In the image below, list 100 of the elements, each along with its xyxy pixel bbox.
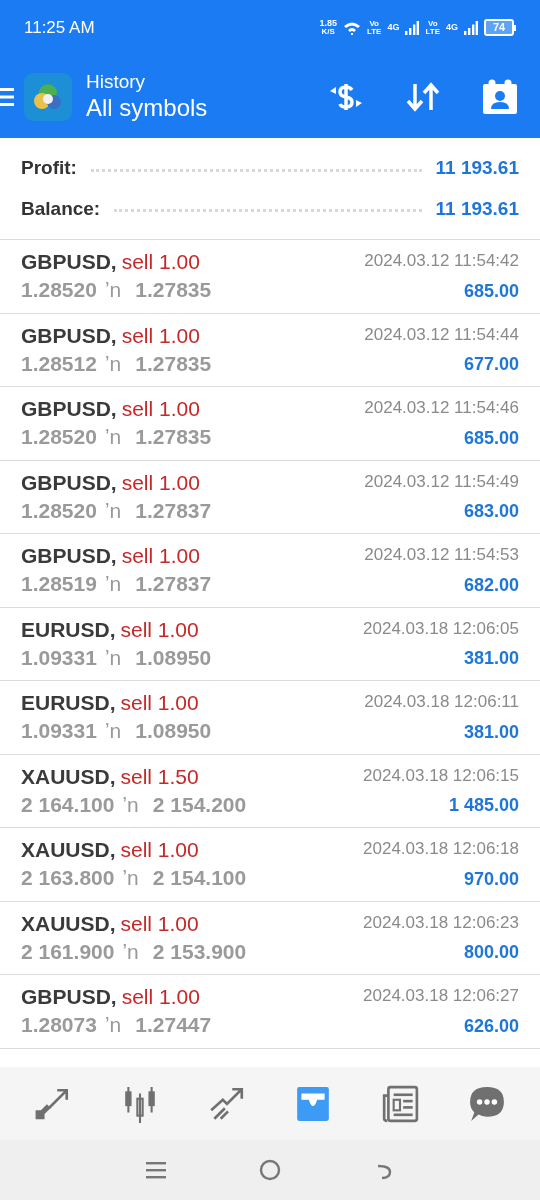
trade-time: 2024.03.18 12:06:15 [363,764,519,787]
battery-level: 74 [492,22,506,33]
arrow-symbol: ʼn [104,718,122,745]
summary-value: 11 193.61 [435,156,519,180]
lte-label: LTE [425,27,440,36]
wifi-icon [342,20,361,35]
arrow-symbol: ʼn [104,350,122,377]
trade-row[interactable]: GBPUSD, sell 1.00 1.28519 ʼn 1.27837 2024.03.12 11:54:53 682.00 [0,534,540,608]
open-price: 1.28519 [21,571,97,598]
trade-type: sell 1.00 [120,837,199,863]
trade-time: 2024.03.18 12:06:27 [363,985,519,1007]
close-price: 1.27835 [135,424,212,451]
trade-time: 2024.03.12 11:54:53 [364,544,519,566]
app-logo-icon [24,72,72,121]
trade-time: 2024.03.18 12:06:05 [363,617,519,640]
trade-symbol: GBPUSD, [21,469,117,496]
trade-type: sell 1.00 [121,543,200,569]
trade-symbol: EURUSD, [21,616,116,643]
trade-type: sell 1.00 [121,984,200,1010]
trade-type: sell 1.00 [120,910,199,937]
close-price: 2 154.100 [152,865,247,892]
close-price: 1.27447 [135,1012,212,1039]
trade-row[interactable]: XAUUSD, sell 1.00 2 163.800 ʼn 2 154.100 2024.03.18 12:06:18 970.00 [0,828,540,902]
trade-row[interactable]: GBPUSD, sell 1.00 1.28520 ʼn 1.27837 2024.03.12 11:54:49 683.00 [0,460,540,534]
trade-symbol: XAUUSD, [21,763,116,790]
trade-row[interactable]: XAUUSD, sell 1.50 2 164.100 ʼn 2 154.200 2024.03.18 12:06:15 1 485.00 [0,754,540,828]
trade-time: 2024.03.12 11:54:46 [364,397,519,419]
trade-type: sell 1.00 [120,616,199,643]
open-price: 2 164.100 [21,791,115,818]
trade-row[interactable]: GBPUSD, sell 1.00 1.28512 ʼn 1.27835 2024.03.12 11:54:44 677.00 [0,313,540,387]
screen-subtitle[interactable]: All symbols [86,93,208,124]
chat-bubble-icon[interactable] [467,1084,506,1123]
home-icon[interactable] [259,1159,281,1181]
open-price: 1.28520 [21,497,97,524]
trade-symbol: XAUUSD, [21,837,116,863]
summary-value: 11 193.61 [435,196,519,221]
network-type: 4G [387,23,400,32]
close-price: 1.27835 [135,350,212,377]
trade-row[interactable]: GBPUSD, sell 1.00 1.28520 ʼn 1.27835 2024.03.12 11:54:42 685.00 [0,240,540,314]
signal-icon [405,20,420,35]
close-price: 1.27837 [135,571,212,598]
trade-time: 2024.03.18 12:06:18 [363,838,519,860]
trade-profit: 683.00 [463,500,519,523]
trade-symbol: GBPUSD, [21,249,117,275]
network-type: 4G [446,23,458,32]
close-price: 2 154.200 [152,791,247,818]
trade-profit: 970.00 [463,867,519,891]
volte-label: Vo [369,19,379,28]
close-price: 1.27835 [135,277,212,304]
trade-type: sell 1.50 [120,763,199,790]
open-price: 2 161.900 [21,938,115,965]
trade-symbol: GBPUSD, [21,322,117,349]
open-price: 1.28520 [21,424,97,451]
arrow-symbol: ʼn [122,865,139,892]
summary-label: Profit: [21,156,77,180]
volte-label: Vo [427,19,438,28]
trade-time: 2024.03.18 12:06:23 [363,911,519,934]
arrow-symbol: ʼn [104,1012,122,1039]
open-price: 1.28520 [21,277,97,304]
trade-profit: 677.00 [463,353,519,376]
trade-row[interactable]: GBPUSD, sell 1.00 1.28073 ʼn 1.27447 2024.03.18 12:06:27 626.00 [0,975,540,1049]
trade-symbol: GBPUSD, [21,984,117,1010]
status-time: 11:25 AM [24,16,95,39]
open-price: 2 163.800 [21,865,115,892]
trade-row[interactable]: XAUUSD, sell 1.00 2 161.900 ʼn 2 153.900 2024.03.18 12:06:23 800.00 [0,901,540,975]
trade-type: sell 1.00 [121,249,200,275]
menu-icon[interactable] [0,85,14,108]
trade-row[interactable]: EURUSD, sell 1.00 1.09331 ʼn 1.08950 2024.03.18 12:06:05 381.00 [0,607,540,681]
arrow-symbol: ʼn [122,791,139,818]
open-price: 1.28073 [21,1012,97,1039]
open-price: 1.28512 [21,350,97,377]
calendar-person-icon[interactable] [482,78,518,115]
arrow-symbol: ʼn [104,424,122,451]
trade-profit: 682.00 [463,573,519,597]
trade-symbol: GBPUSD, [21,396,117,422]
trade-profit: 800.00 [463,941,519,964]
lte-label: LTE [366,27,382,36]
sort-icon[interactable] [406,81,440,112]
trade-symbol: GBPUSD, [21,543,117,569]
arrow-symbol: ʼn [122,938,139,965]
trade-symbol: EURUSD, [21,690,116,716]
arrow-symbol: ʼn [104,644,122,671]
close-price: 1.08950 [135,718,212,745]
trade-time: 2024.03.12 11:54:42 [364,250,519,272]
trade-profit: 381.00 [463,720,519,744]
network-speed: 1.85 [319,19,337,28]
screen-title: History [86,69,147,94]
trade-row[interactable]: EURUSD, sell 1.00 1.09331 ʼn 1.08950 2024.03.18 12:06:11 381.00 [0,681,540,755]
newspaper-icon[interactable] [380,1084,419,1123]
arrow-symbol: ʼn [104,571,122,598]
trade-profit: 381.00 [463,647,519,670]
summary-label: Balance: [21,196,101,221]
trade-profit: 685.00 [463,279,519,303]
trade-profit: 1 485.00 [448,794,519,817]
close-price: 1.27837 [135,497,212,524]
trade-time: 2024.03.12 11:54:44 [364,323,519,346]
trade-row[interactable]: GBPUSD, sell 1.00 1.28520 ʼn 1.27835 2024.03.12 11:54:46 685.00 [0,387,540,461]
close-price: 1.08950 [135,644,212,671]
recent-apps-icon[interactable] [146,1160,167,1180]
network-speed-unit: K/S [321,28,335,36]
